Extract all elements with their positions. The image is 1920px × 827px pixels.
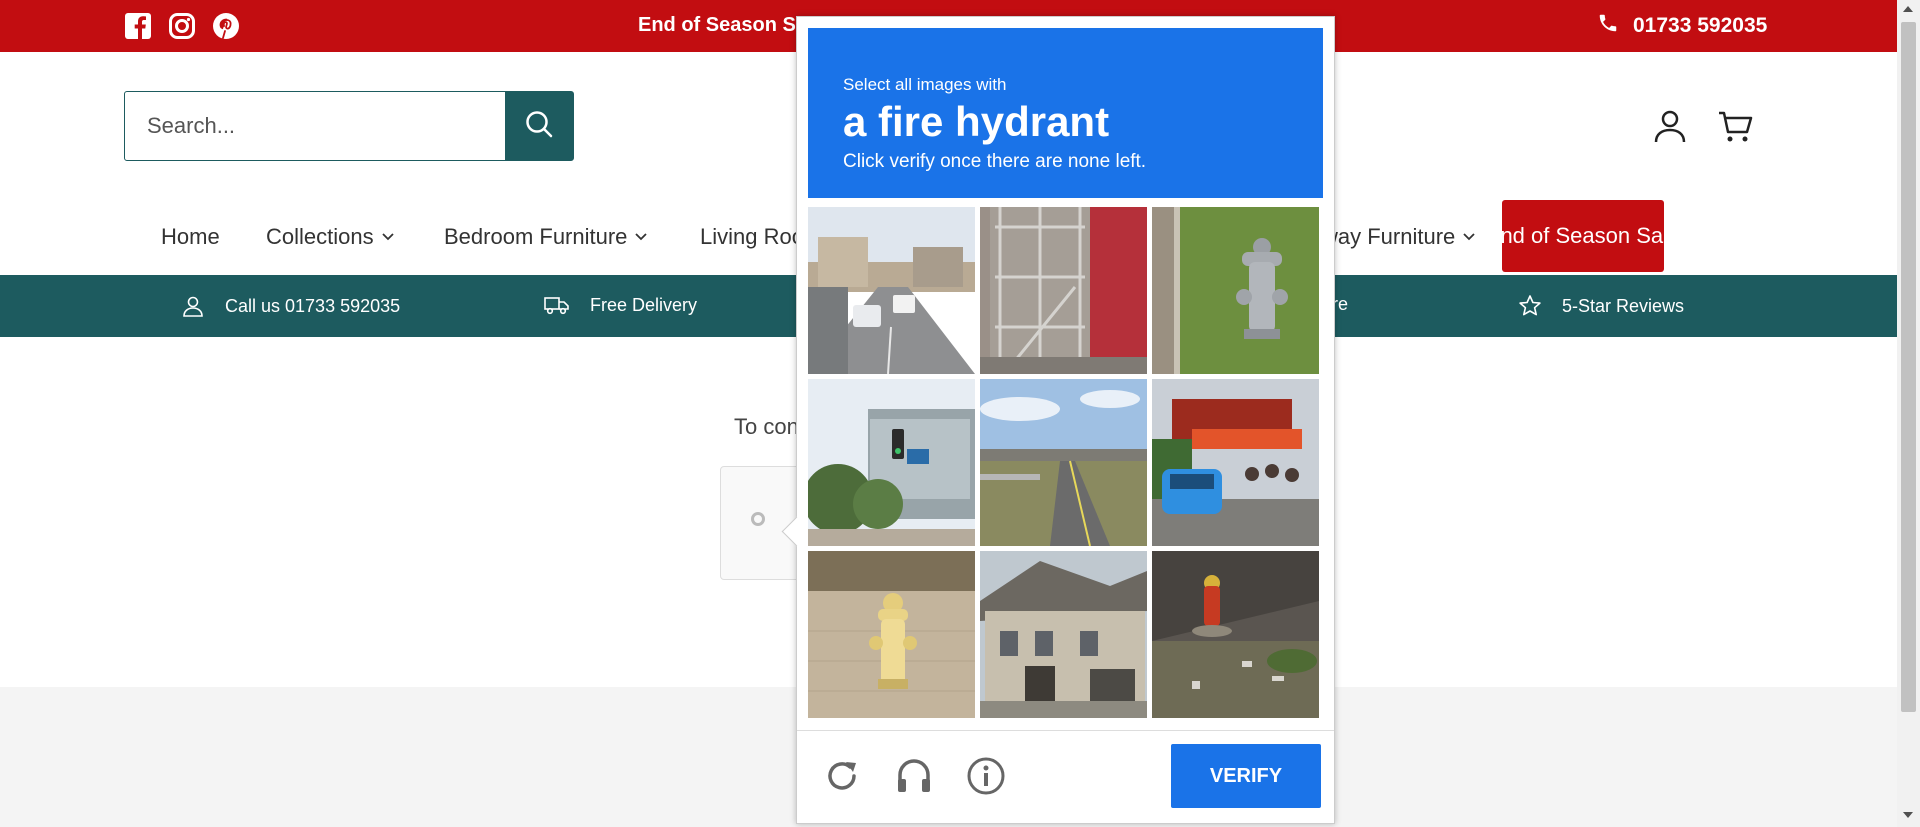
scroll-down-icon[interactable] <box>1903 812 1913 818</box>
phone-icon <box>1597 12 1619 40</box>
image-tile[interactable] <box>808 207 975 374</box>
trust-item-reviews: 5-Star Reviews <box>1518 294 1684 318</box>
nav-item-sale[interactable]: End of Season Sale <box>1486 200 1680 272</box>
trust-label: Call us 01733 592035 <box>225 295 401 316</box>
image-tile[interactable] <box>980 551 1147 718</box>
user-icon <box>183 296 203 317</box>
image-tile[interactable] <box>1152 379 1319 546</box>
trust-item-delivery: Free Delivery <box>544 294 697 316</box>
captcha-footer: VERIFY <box>797 730 1334 824</box>
image-tile[interactable] <box>1152 207 1319 374</box>
facebook-icon[interactable] <box>124 12 152 40</box>
scrollbar[interactable] <box>1897 0 1920 827</box>
nav-item-label: Collections <box>266 224 374 249</box>
image-tile[interactable] <box>980 207 1147 374</box>
prompt-target: a fire hydrant <box>843 98 1110 145</box>
nav-item-bedroom-furniture[interactable]: Bedroom Furniture <box>444 224 648 250</box>
star-icon <box>1519 295 1541 316</box>
nav-item-label: Living Roo <box>700 224 804 249</box>
promo-text[interactable]: End of Season Sa <box>638 14 807 37</box>
scroll-up-icon[interactable] <box>1903 6 1913 12</box>
trust-item-call: Call us 01733 592035 <box>181 294 400 318</box>
cart-icon[interactable] <box>1715 106 1755 146</box>
topbar-phone-number: 01733 592035 <box>1633 14 1768 37</box>
prompt-instructions: Click verify once there are none left. <box>843 151 1147 172</box>
nav-item-home[interactable]: Home <box>161 224 220 250</box>
chevron-down-icon <box>1463 233 1475 241</box>
truck-icon <box>544 297 569 315</box>
search-form <box>124 91 574 161</box>
chevron-down-icon <box>381 233 394 241</box>
topbar-phone[interactable]: 01733 592035 <box>1597 12 1897 40</box>
info-icon[interactable] <box>965 755 1007 797</box>
image-tile[interactable] <box>808 379 975 546</box>
nav-item-hallway-furniture[interactable]: way Furniture <box>1322 224 1475 250</box>
verify-button[interactable]: VERIFY <box>1171 744 1321 808</box>
scrollbar-thumb[interactable] <box>1901 22 1916 712</box>
chevron-down-icon <box>635 233 648 241</box>
search-icon <box>524 109 554 144</box>
search-button[interactable] <box>505 92 573 160</box>
audio-challenge-icon[interactable] <box>893 755 935 797</box>
nav-item-collections[interactable]: Collections <box>266 224 394 250</box>
nav-item-living-room[interactable]: Living Roo <box>700 224 804 250</box>
nav-item-label: way Furniture <box>1322 224 1456 249</box>
image-tile[interactable] <box>980 379 1147 546</box>
trust-label: 5-Star Reviews <box>1562 295 1685 316</box>
prompt-intro: Select all images with <box>843 75 1007 94</box>
account-icon[interactable] <box>1650 106 1690 146</box>
search-input[interactable] <box>125 92 505 160</box>
instagram-icon[interactable] <box>168 12 196 40</box>
nav-item-label: Home <box>161 224 220 249</box>
captcha-prompt: Select all images with a fire hydrant Cl… <box>808 28 1323 198</box>
image-tile[interactable] <box>1152 551 1319 718</box>
image-tile[interactable] <box>808 551 975 718</box>
loading-spinner-icon <box>751 512 765 526</box>
refresh-icon[interactable] <box>821 755 863 797</box>
nav-item-label: Bedroom Furniture <box>444 224 628 249</box>
trust-label: Free Delivery <box>590 294 698 315</box>
pinterest-icon[interactable] <box>212 12 240 40</box>
page-message: To con <box>734 414 799 439</box>
social-links <box>124 12 240 40</box>
captcha-challenge: Select all images with a fire hydrant Cl… <box>781 16 1335 824</box>
